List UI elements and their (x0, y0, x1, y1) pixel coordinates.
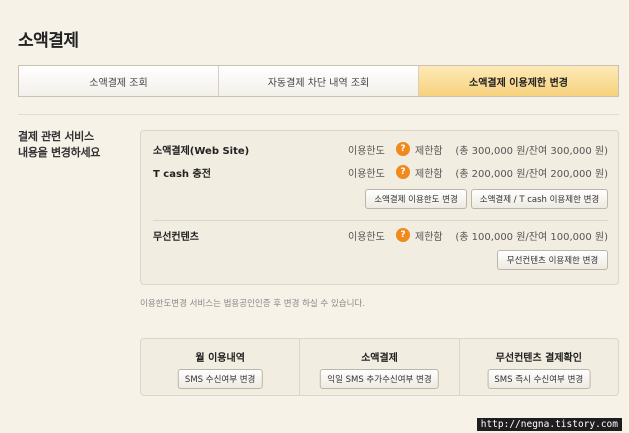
limit-status: 제한함 (415, 168, 443, 180)
service-name: 소액결제(Web Site) (153, 145, 250, 157)
section-divider (18, 114, 619, 115)
column-title: 소액결제 (361, 353, 398, 364)
question-icon[interactable]: ? (396, 142, 410, 156)
service-row-website: 소액결제(Web Site) 이용한도 ? 제한함 (총 300,000 원/잔… (153, 141, 608, 157)
service-limit-panel: 소액결제(Web Site) 이용한도 ? 제한함 (총 300,000 원/잔… (140, 130, 619, 285)
tab-bar: 소액결제 조회 자동결제 차단 내역 조회 소액결제 이용제한 변경 (18, 65, 619, 97)
instant-sms-change-button[interactable]: SMS 즉시 수신여부 변경 (487, 369, 591, 389)
service-row-wireless: 무선컨텐츠 이용한도 ? 제한함 (총 100,000 원/잔여 100,000… (153, 227, 608, 243)
tab-auto-payment-block-history[interactable]: 자동결제 차단 내역 조회 (219, 66, 419, 96)
next-day-sms-change-button[interactable]: 익일 SMS 추가수신여부 변경 (320, 369, 439, 389)
wireless-restriction-button[interactable]: 무선컨텐츠 이용제한 변경 (497, 250, 608, 270)
service-row-tcash: T cash 충전 이용한도 ? 제한함 (총 200,000 원/잔여 200… (153, 164, 608, 180)
limit-amount: (총 300,000 원/잔여 300,000 원) (455, 145, 608, 157)
question-icon[interactable]: ? (396, 228, 410, 242)
info-note: 이용한도변경 서비스는 법용공인인증 후 변경 하실 수 있습니다. (140, 299, 365, 309)
limit-status: 제한함 (415, 145, 443, 157)
watermark: http://negna.tistory.com (476, 418, 622, 431)
limit-label: 이용한도 (348, 231, 385, 243)
section-description-line1: 결제 관련 서비스 (18, 130, 94, 143)
tab-payment-inquiry[interactable]: 소액결제 조회 (19, 66, 219, 96)
section-description-line2: 내용을 변경하세요 (18, 146, 101, 159)
limit-status: 제한함 (415, 231, 443, 243)
page-title: 소액결제 (18, 31, 79, 51)
change-restriction-button[interactable]: 소액결제 / T cash 이용제한 변경 (471, 189, 608, 209)
notification-panel: 월 이용내역 SMS 수신여부 변경 소액결제 익일 SMS 추가수신여부 변경… (140, 338, 619, 396)
column-title: 월 이용내역 (195, 353, 245, 364)
wireless-confirm-column: 무선컨텐츠 결제확인 SMS 즉시 수신여부 변경 (460, 339, 618, 395)
change-limit-button[interactable]: 소액결제 이용한도 변경 (365, 189, 467, 209)
section-description: 결제 관련 서비스 내용을 변경하세요 (18, 129, 128, 161)
limit-amount: (총 100,000 원/잔여 100,000 원) (455, 231, 608, 243)
monthly-usage-column: 월 이용내역 SMS 수신여부 변경 (141, 339, 301, 395)
question-icon[interactable]: ? (396, 165, 410, 179)
micropayment-column: 소액결제 익일 SMS 추가수신여부 변경 (300, 339, 460, 395)
sms-receive-change-button[interactable]: SMS 수신여부 변경 (177, 369, 263, 389)
service-name: 무선컨텐츠 (153, 231, 199, 243)
service-name: T cash 충전 (153, 168, 211, 180)
tab-usage-restriction-change[interactable]: 소액결제 이용제한 변경 (419, 66, 618, 96)
limit-label: 이용한도 (348, 145, 385, 157)
column-title: 무선컨텐츠 결제확인 (495, 353, 582, 364)
limit-label: 이용한도 (348, 168, 385, 180)
limit-amount: (총 200,000 원/잔여 200,000 원) (455, 168, 608, 180)
panel-divider (153, 220, 608, 221)
